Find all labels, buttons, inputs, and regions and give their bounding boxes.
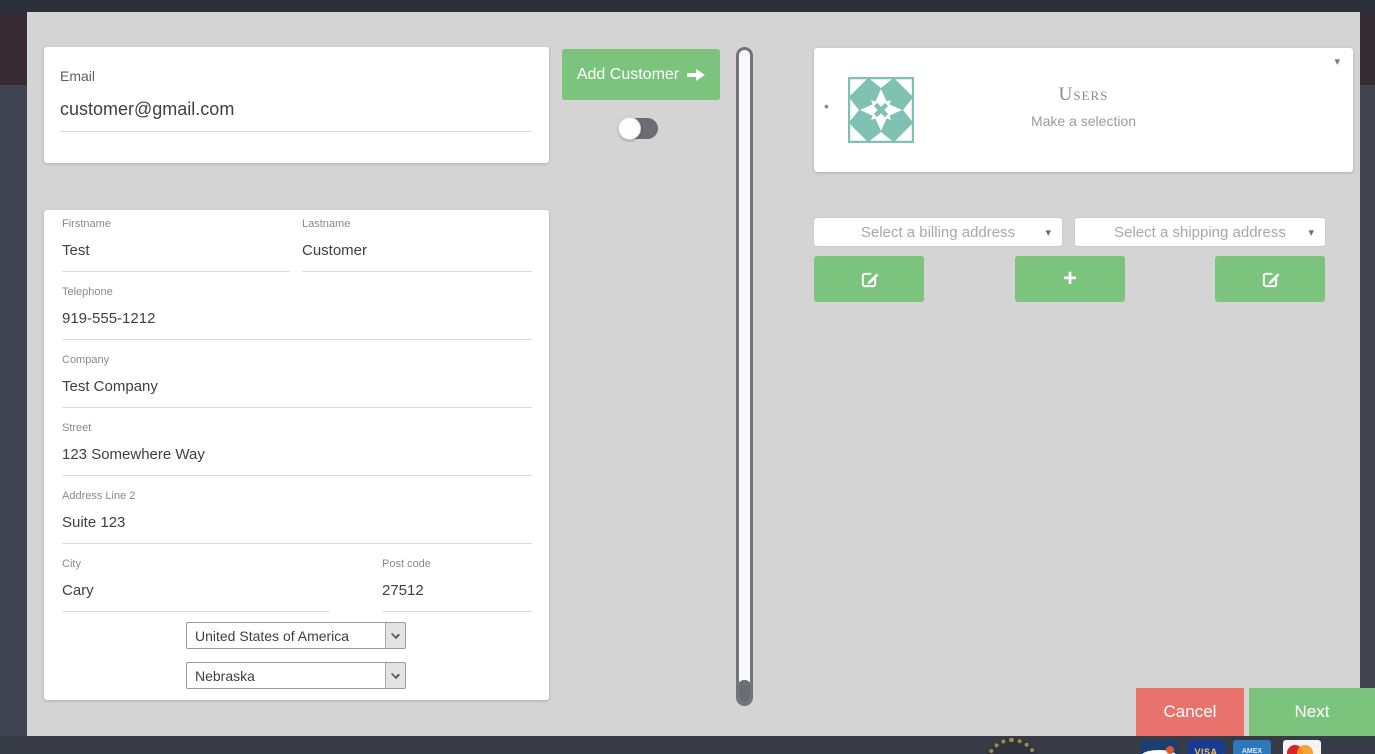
edit-billing-address-button[interactable]: [814, 256, 924, 302]
company-input[interactable]: Test Company: [62, 378, 532, 408]
mastercard-icon: [1283, 740, 1321, 754]
company-field: Company Test Company: [62, 354, 532, 408]
next-button[interactable]: Next: [1249, 688, 1375, 736]
edit-shipping-address-button[interactable]: [1215, 256, 1325, 302]
street-label: Street: [62, 422, 92, 434]
arrow-right-icon: [687, 68, 706, 81]
postcode-input[interactable]: 27512: [382, 582, 532, 612]
add-customer-button[interactable]: Add Customer: [562, 49, 720, 100]
billing-address-placeholder: Select a billing address: [860, 223, 1016, 241]
scrollbar-thumb[interactable]: [739, 680, 750, 703]
firstname-input[interactable]: Test: [62, 242, 290, 272]
country-select[interactable]: United States of America: [186, 622, 406, 649]
city-label: City: [62, 558, 81, 570]
add-customer-modal: Email customer@gmail.com Add Customer Fi…: [27, 12, 1360, 736]
chevron-down-icon[interactable]: ▾: [1334, 55, 1340, 68]
chevron-down-icon: [391, 670, 400, 679]
firstname-label: Firstname: [62, 218, 111, 230]
visa-card-icon: VISA: [1187, 740, 1225, 754]
user-picker-card[interactable]: ▾ • Users Make a selection: [814, 48, 1353, 172]
customer-details-card: Firstname Test Lastname Customer Telepho…: [44, 210, 549, 700]
postcode-field: Post code 27512: [382, 558, 532, 612]
screen: VISA AMEX Email customer@gmail.com Add C…: [0, 0, 1375, 754]
city-input[interactable]: Cary: [62, 582, 330, 612]
chevron-down-icon: ▾: [1308, 227, 1314, 239]
vertical-scrollbar[interactable]: [736, 47, 753, 706]
security-seal-icon: [985, 738, 1039, 754]
cancel-button[interactable]: Cancel: [1136, 688, 1244, 736]
toggle-switch-off[interactable]: [618, 117, 658, 140]
chevron-down-icon: ▾: [1045, 227, 1051, 239]
telephone-field: Telephone 919-555-1212: [62, 286, 532, 340]
postcode-label: Post code: [382, 558, 431, 570]
user-picker-texts: Users Make a selection: [814, 84, 1353, 129]
state-select[interactable]: Nebraska: [186, 662, 406, 689]
plus-icon: +: [1062, 265, 1077, 292]
address-line-2-field: Address Line 2 Suite 123: [62, 490, 532, 544]
address-line-2-label: Address Line 2: [62, 490, 136, 502]
email-label: Email: [60, 68, 96, 84]
shipping-address-select[interactable]: Select a shipping address ▾: [1075, 218, 1325, 246]
user-picker-subtitle: Make a selection: [1030, 113, 1137, 129]
lastname-input[interactable]: Customer: [302, 242, 532, 272]
address-line-2-input[interactable]: Suite 123: [62, 514, 532, 544]
telephone-label: Telephone: [62, 286, 113, 298]
country-select-arrow[interactable]: [385, 623, 405, 648]
add-customer-label: Add Customer: [576, 65, 680, 83]
telephone-input[interactable]: 919-555-1212: [62, 310, 532, 340]
email-input[interactable]: customer@gmail.com: [60, 99, 234, 120]
billing-address-select[interactable]: Select a billing address ▾: [814, 218, 1062, 246]
state-select-arrow[interactable]: [385, 663, 405, 688]
top-window-bar: [0, 0, 1375, 12]
lastname-field: Lastname Customer: [302, 218, 532, 272]
city-field: City Cary: [62, 558, 330, 612]
add-address-button[interactable]: +: [1015, 256, 1125, 302]
toggle-knob[interactable]: [618, 117, 641, 140]
street-input[interactable]: 123 Somewhere Way: [62, 446, 532, 476]
edit-icon: [1262, 272, 1280, 287]
chevron-down-icon: [391, 630, 400, 639]
company-label: Company: [62, 354, 110, 366]
amex-card-icon: AMEX: [1233, 740, 1271, 754]
shipping-address-placeholder: Select a shipping address: [1114, 223, 1286, 241]
user-picker-title: Users: [1058, 84, 1109, 105]
email-card: Email customer@gmail.com: [44, 47, 549, 163]
country-select-value: United States of America: [195, 627, 350, 644]
firstname-field: Firstname Test: [62, 218, 290, 272]
background-footer-strip: VISA AMEX: [0, 736, 1375, 754]
state-select-value: Nebraska: [195, 667, 255, 684]
edit-icon: [861, 272, 879, 287]
street-field: Street 123 Somewhere Way: [62, 422, 532, 476]
email-underline: [60, 131, 533, 132]
payment-card-icon: [1140, 740, 1178, 754]
lastname-label: Lastname: [302, 218, 351, 230]
